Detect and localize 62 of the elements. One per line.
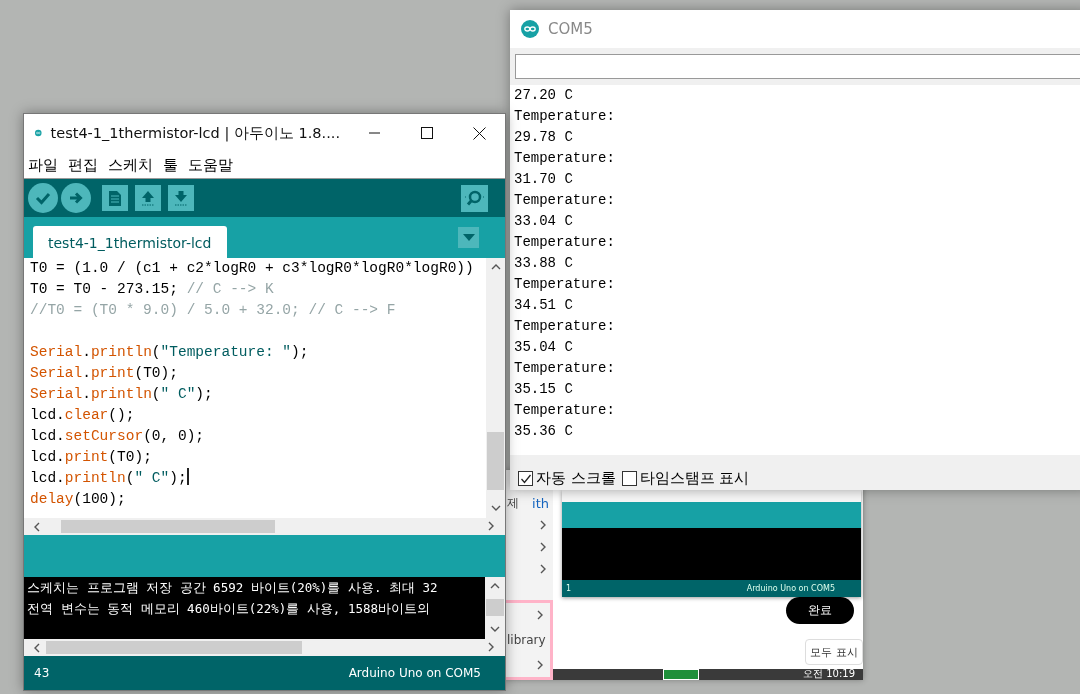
board-info: Arduino Uno on COM5	[348, 666, 481, 680]
code-line: delay(100);	[30, 490, 127, 509]
open-button[interactable]	[135, 185, 161, 211]
horizontal-scrollbar[interactable]	[24, 639, 505, 656]
show-all-button[interactable]: 모두 표시	[805, 639, 863, 665]
serial-output: 27.20 C Temperature: 29.78 C Temperature: 31.70 C Temperature: 33.04 C Temperature: 33.88 C Temperature: 34.51 C Temperature: 35.04 C Temperature: 35.15 C Temperature: 35.36 C	[510, 85, 1080, 455]
code-line: lcd.println(" C");	[30, 468, 486, 489]
status-line-number: 1	[566, 584, 572, 593]
sidebar-item[interactable]: library	[507, 633, 546, 647]
arduino-logo-icon	[521, 20, 539, 38]
scrollbar-thumb[interactable]	[61, 520, 275, 533]
sidebar-text: 제	[507, 494, 519, 512]
magnifier-icon	[463, 189, 486, 207]
document-icon	[108, 189, 122, 207]
checkbox-label: 자동 스크롤	[536, 469, 616, 488]
code-line: lcd.clear();	[30, 406, 136, 425]
menu-item[interactable]: 툴	[162, 155, 179, 175]
vertical-scrollbar[interactable]	[486, 258, 505, 518]
checkbox[interactable]	[518, 471, 533, 486]
save-button[interactable]	[168, 185, 194, 211]
link[interactable]: ith	[532, 495, 549, 511]
verify-button[interactable]	[28, 183, 58, 213]
code-line: lcd.print(T0);	[30, 448, 153, 467]
horizontal-scrollbar[interactable]	[24, 518, 505, 535]
vertical-scrollbar[interactable]	[485, 577, 505, 639]
input-field[interactable]	[515, 54, 1080, 79]
arrow-up-icon	[140, 189, 156, 207]
code-line: //T0 = (T0 * 9.0) / 5.0 + 32.0; // C --> F	[30, 301, 397, 320]
caret-icon	[462, 233, 475, 242]
menu-item[interactable]: 도움말	[187, 155, 234, 175]
done-button[interactable]: 완료	[786, 597, 854, 624]
new-sketch-button[interactable]	[102, 185, 128, 211]
menu-item[interactable]: 편집	[67, 155, 99, 175]
sketch-tab[interactable]: test4-1_1thermistor-lcd	[33, 226, 228, 259]
checkbox[interactable]	[621, 471, 637, 486]
checkbox-label: 타임스탬프 표시	[639, 469, 750, 488]
scrollbar-thumb[interactable]	[487, 432, 504, 490]
menu-item[interactable]: 파일	[27, 155, 59, 175]
code-line: Serial.print(T0);	[30, 364, 179, 383]
taskbar-app-icon[interactable]	[663, 669, 699, 680]
scrollbar-thumb[interactable]	[46, 641, 302, 654]
console-output: 스케치는 프로그램 저장 공간 6592 바이트(20%)를 사용. 최대 32 전역 변수는 동적 메모리 460바이트(22%)를 사용, 1588바이트의	[26, 579, 439, 618]
arrow-right-icon	[68, 190, 84, 206]
upload-button[interactable]	[61, 183, 91, 213]
code-line: lcd.setCursor(0, 0);	[30, 427, 206, 446]
line-number: 43	[34, 666, 50, 680]
taskbar-clock: 오전 10:19	[803, 669, 855, 679]
check-icon	[35, 190, 51, 206]
scrollbar-thumb[interactable]	[486, 599, 504, 616]
status-board: Arduino Uno on COM5	[746, 584, 835, 593]
arrow-down-icon	[173, 189, 189, 207]
window-title: test4-1_1thermistor-lcd | 아두이노 1.8....	[50, 123, 340, 143]
serial-monitor-button[interactable]	[461, 184, 488, 212]
close-icon	[472, 126, 486, 140]
code-line: T0 = (1.0 / (c1 + c2*logR0 + c3*logR0*logR0*logR0))	[30, 259, 475, 278]
menu-item[interactable]: 스케치	[107, 155, 154, 175]
code-line: Serial.println(" C");	[30, 385, 214, 404]
window-title: COM5	[548, 20, 593, 38]
maximize-icon	[421, 127, 433, 139]
tab-menu-button[interactable]	[458, 227, 479, 248]
code-line: Serial.println("Temperature: ");	[30, 343, 310, 362]
code-line: T0 = T0 - 273.15; // C --> K	[30, 280, 275, 299]
